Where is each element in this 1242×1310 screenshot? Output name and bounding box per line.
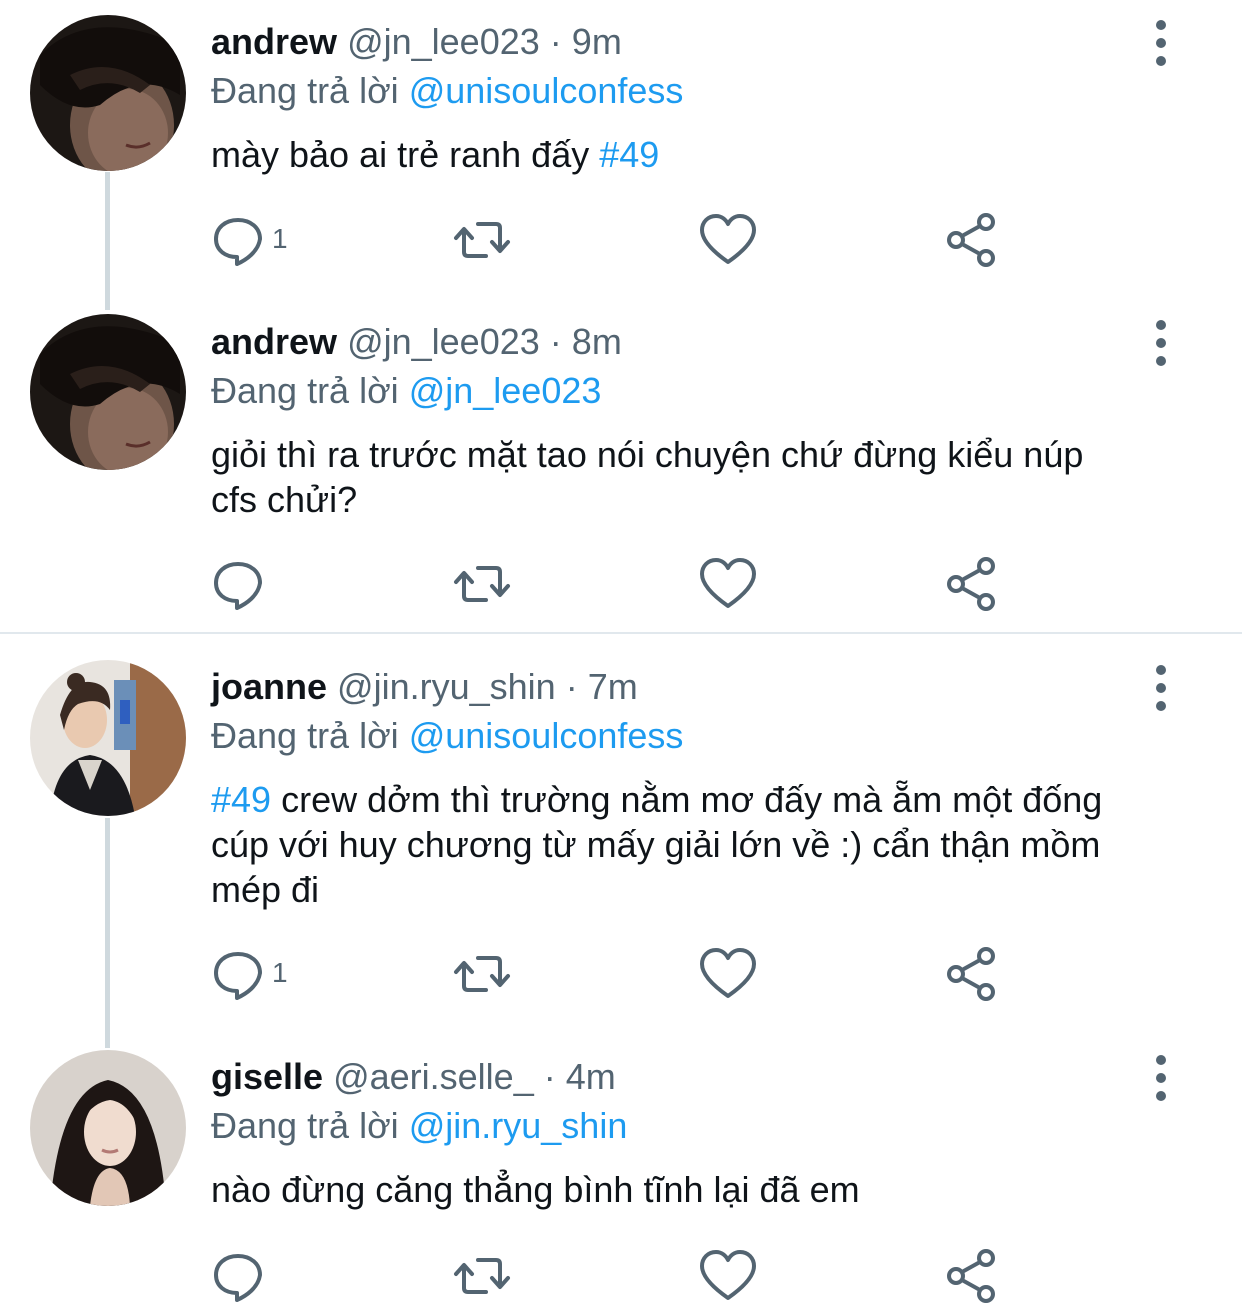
username[interactable]: @jn_lee023 [347,321,540,362]
more-options-icon[interactable] [1148,665,1174,711]
display-name[interactable]: joanne [211,666,327,707]
replying-prefix: Đang trả lời [211,370,399,411]
replying-prefix: Đang trả lời [211,715,399,756]
tweet-text: #49 crew dởm thì trường nằm mơ đấy mà ẵm… [211,777,1111,912]
timestamp[interactable]: 4m [566,1056,616,1097]
tweet-text: giỏi thì ra trước mặt tao nói chuyện chứ… [211,432,1111,522]
avatar[interactable] [30,314,186,470]
more-options-icon[interactable] [1148,320,1174,366]
heart-icon[interactable] [698,946,758,1002]
tweet-header: andrew @jn_lee023 · 8m [211,320,622,364]
share-icon[interactable] [942,946,1002,1002]
hashtag-link[interactable]: #49 [599,134,659,175]
more-options-icon[interactable] [1148,1055,1174,1101]
timestamp[interactable]: 7m [588,666,638,707]
replying-to: Đang trả lời @unisoulconfess [211,69,683,113]
retweet-icon[interactable] [452,556,512,612]
avatar[interactable] [30,1050,186,1206]
display-name[interactable]: andrew [211,321,337,362]
heart-icon[interactable] [698,1248,758,1304]
timestamp[interactable]: 8m [572,321,622,362]
hashtag-link[interactable]: #49 [211,779,271,820]
display-name[interactable]: andrew [211,21,337,62]
reply-count: 1 [272,957,288,988]
share-icon[interactable] [942,1248,1002,1304]
share-icon[interactable] [942,212,1002,268]
more-options-icon[interactable] [1148,20,1174,66]
separator-dot: · [565,666,578,707]
tweet-header: joanne @jin.ryu_shin · 7m [211,665,638,709]
avatar[interactable] [30,15,186,171]
replying-prefix: Đang trả lời [211,70,399,111]
tweet-header: giselle @aeri.selle_ · 4m [211,1055,616,1099]
avatar[interactable] [30,660,186,816]
replying-to: Đang trả lời @jn_lee023 [211,369,601,413]
mention-link[interactable]: @jn_lee023 [409,370,602,411]
tweet-text: nào đừng căng thẳng bình tĩnh lại đã em [211,1167,1171,1212]
username[interactable]: @aeri.selle_ [333,1056,534,1097]
mention-link[interactable]: @unisoulconfess [409,715,684,756]
heart-icon[interactable] [698,212,758,268]
separator-dot: · [549,21,562,62]
reply-icon[interactable] [210,946,270,1002]
replying-prefix: Đang trả lời [211,1105,399,1146]
replying-to: Đang trả lời @unisoulconfess [211,714,683,758]
display-name[interactable]: giselle [211,1056,323,1097]
tweet-text: mày bảo ai trẻ ranh đấy #49 [211,132,1171,177]
conversation-divider [0,632,1242,634]
separator-dot: · [549,321,562,362]
share-icon[interactable] [942,556,1002,612]
reply-icon[interactable] [210,1248,270,1304]
username[interactable]: @jn_lee023 [347,21,540,62]
tweet-text-part: nào đừng căng thẳng bình tĩnh lại đã em [211,1169,860,1210]
timestamp[interactable]: 9m [572,21,622,62]
username[interactable]: @jin.ryu_shin [337,666,556,707]
reply-count: 1 [272,223,288,254]
mention-link[interactable]: @jin.ryu_shin [409,1105,628,1146]
reply-icon[interactable] [210,556,270,612]
retweet-icon[interactable] [452,946,512,1002]
tweet-text-part: mày bảo ai trẻ ranh đấy [211,134,600,175]
heart-icon[interactable] [698,556,758,612]
retweet-icon[interactable] [452,212,512,268]
thread-connector [105,818,110,1048]
mention-link[interactable]: @unisoulconfess [409,70,684,111]
tweet-header: andrew @jn_lee023 · 9m [211,20,622,64]
retweet-icon[interactable] [452,1248,512,1304]
tweet-text-part: crew dởm thì trường nằm mơ đấy mà ẵm một… [211,779,1103,910]
replying-to: Đang trả lời @jin.ryu_shin [211,1104,627,1148]
separator-dot: · [543,1056,556,1097]
tweet-text-part: giỏi thì ra trước mặt tao nói chuyện chứ… [211,434,1084,520]
reply-icon[interactable] [210,212,270,268]
thread-connector [105,172,110,310]
